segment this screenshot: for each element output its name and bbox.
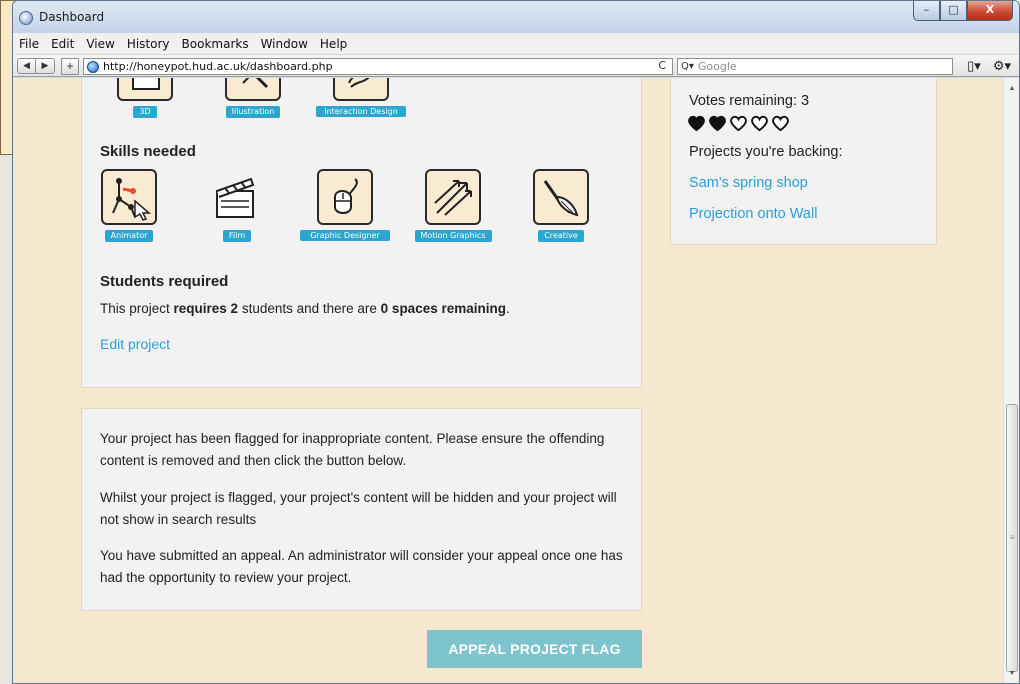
skill-tile-creative: Creative [516, 169, 606, 243]
tools-menu-icon[interactable]: ⚙▾ [993, 58, 1011, 74]
reload-icon[interactable]: C [658, 59, 666, 72]
pencil-icon [225, 78, 281, 101]
search-placeholder: Google [697, 60, 737, 73]
page-menu-icon[interactable]: ▯▾ [967, 58, 981, 74]
backed-project-link[interactable]: Projection onto Wall [689, 206, 817, 222]
heart-filled-icon[interactable] [708, 115, 727, 132]
heart-outline-icon[interactable] [771, 115, 790, 132]
votes-hearts [687, 115, 792, 132]
paintbrush-icon [533, 169, 589, 225]
back-button[interactable]: ◀ [17, 57, 36, 74]
menu-edit[interactable]: Edit [51, 37, 74, 51]
menu-bar: File Edit View History Bookmarks Window … [13, 33, 1019, 55]
menu-bookmarks[interactable]: Bookmarks [182, 37, 249, 51]
scroll-down-arrow-icon[interactable]: ▼ [1004, 667, 1019, 681]
vertical-scrollbar[interactable]: ▲ ≡ ▼ [1003, 78, 1019, 683]
category-tile-illustration: Illustration [208, 78, 298, 119]
project-details-panel: 3D Illustration Interaction Design Skill… [81, 78, 642, 388]
category-tile-3d: 3D [100, 78, 190, 119]
page-viewport: 3D Illustration Interaction Design Skill… [13, 78, 1003, 683]
backing-label: Projects you're backing: [689, 144, 843, 160]
skill-tile-animator: Animator [84, 169, 174, 243]
title-bar[interactable]: Dashboard – □ X [13, 1, 1019, 33]
browser-window: Dashboard – □ X File Edit View History B… [12, 0, 1020, 684]
scroll-up-arrow-icon[interactable]: ▲ [1004, 82, 1019, 96]
skill-badge: Motion Graphics [414, 230, 492, 242]
skill-badge: Animator [104, 230, 154, 242]
new-tab-button[interactable]: + [61, 58, 79, 75]
students-spaces: 0 spaces remaining [380, 301, 506, 316]
skill-badge: Creative [538, 230, 584, 242]
close-button[interactable]: X [967, 1, 1013, 21]
heart-filled-icon[interactable] [687, 115, 706, 132]
globe-icon [87, 60, 99, 73]
menu-history[interactable]: History [127, 37, 170, 51]
mouse-icon [317, 169, 373, 225]
skill-badge: Graphic Designer [300, 230, 390, 241]
browser-app-icon [19, 11, 33, 25]
toolbar-right-group: ▯▾ ⚙▾ [955, 58, 1011, 74]
address-bar[interactable]: http://honeypot.hud.ac.uk/dashboard.php … [83, 58, 673, 75]
clapperboard-icon [209, 169, 265, 225]
backed-project-link[interactable]: Sam's spring shop [689, 175, 808, 191]
maximize-button[interactable]: □ [940, 1, 967, 21]
students-text-mid: students and there are [238, 301, 381, 316]
menu-view[interactable]: View [86, 37, 114, 51]
skill-tile-film: Film [192, 169, 282, 243]
caption-buttons: – □ X [913, 1, 1013, 21]
sidebar-voting-panel: Votes remaining: 3 Projects you're backi… [670, 78, 937, 245]
cube-icon [117, 78, 173, 101]
category-badge: 3D [133, 106, 157, 118]
flag-notice-para2: Whilst your project is flagged, your pro… [100, 490, 617, 527]
students-text-suffix: . [505, 301, 510, 316]
navigation-toolbar: ◀ ▶ + http://honeypot.hud.ac.uk/dashboar… [13, 55, 1019, 77]
flag-notice-para1: Your project has been flagged for inappr… [100, 431, 605, 468]
search-icon[interactable]: Q▾ [681, 61, 694, 72]
skill-tile-graphic-designer: Graphic Designer [300, 169, 390, 243]
animator-icon [101, 169, 157, 225]
address-text: http://honeypot.hud.ac.uk/dashboard.php [103, 60, 333, 73]
category-badge: Illustration [225, 106, 281, 118]
votes-remaining-text: Votes remaining: 3 [689, 93, 810, 109]
edit-project-link[interactable]: Edit project [100, 336, 170, 352]
students-requires: requires 2 [173, 301, 239, 316]
skill-tile-motion-graphics: Motion Graphics [408, 169, 498, 243]
category-tile-interaction-design: Interaction Design [316, 78, 406, 119]
back-forward-group: ◀ ▶ [17, 57, 55, 74]
motion-arrows-icon [425, 169, 481, 225]
students-text: This project requires 2 students and the… [100, 298, 510, 320]
forward-button[interactable]: ▶ [36, 57, 55, 74]
window-title: Dashboard [39, 10, 105, 24]
scrollbar-grip-icon: ≡ [1010, 533, 1015, 542]
search-field[interactable]: Q▾ Google [677, 58, 953, 75]
menu-file[interactable]: File [19, 37, 39, 51]
interaction-icon [333, 78, 389, 101]
flag-notice-para3: You have submitted an appeal. An adminis… [100, 548, 623, 585]
scrollbar-thumb[interactable]: ≡ [1006, 404, 1018, 672]
students-heading: Students required [100, 273, 229, 290]
heart-outline-icon[interactable] [729, 115, 748, 132]
skill-badge: Film [222, 230, 252, 242]
skills-heading: Skills needed [100, 143, 196, 160]
menu-help[interactable]: Help [320, 37, 347, 51]
students-text-prefix: This project [100, 301, 174, 316]
minimize-button[interactable]: – [913, 1, 940, 21]
heart-outline-icon[interactable] [750, 115, 769, 132]
flag-notice-panel: Your project has been flagged for inappr… [81, 408, 642, 611]
menu-window[interactable]: Window [261, 37, 308, 51]
category-badge: Interaction Design [316, 106, 406, 117]
appeal-project-flag-button[interactable]: APPEAL PROJECT FLAG [427, 630, 642, 668]
